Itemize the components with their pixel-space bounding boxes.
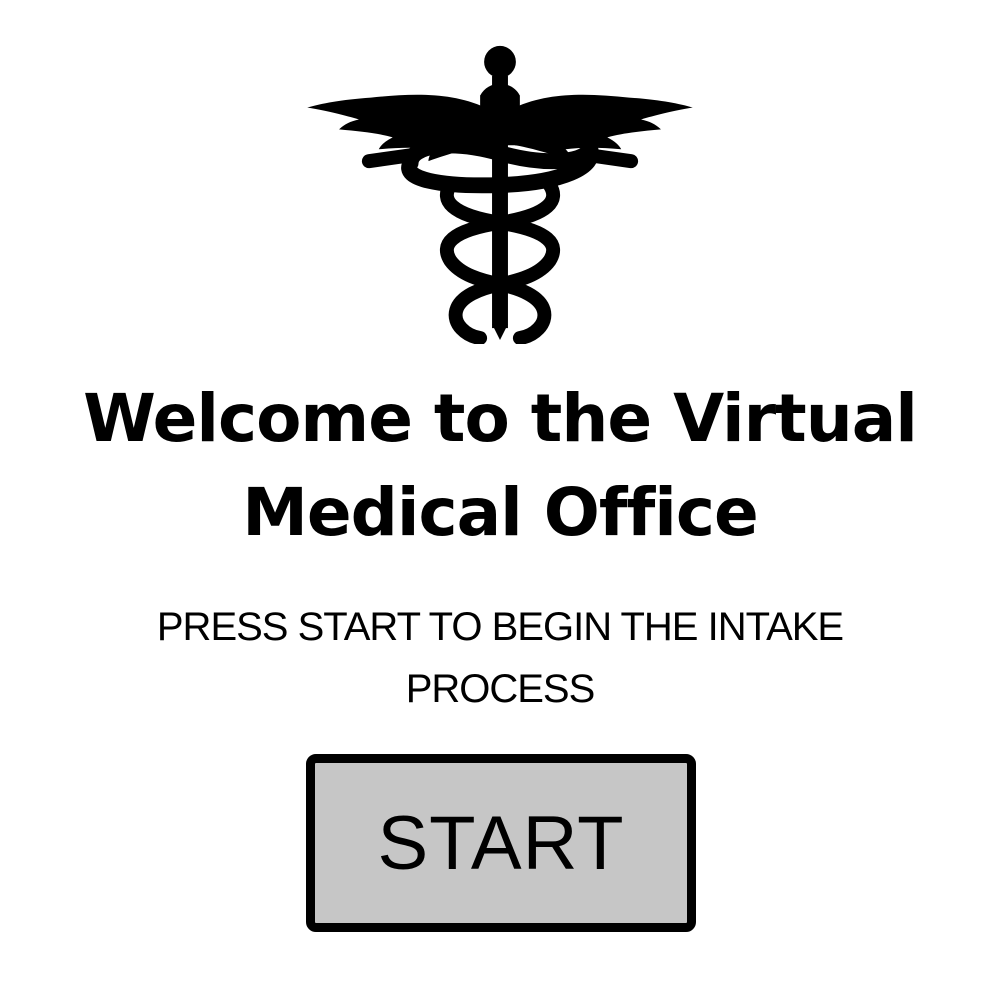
welcome-title: Welcome to the Virtual Medical Office bbox=[83, 380, 918, 551]
welcome-screen: Welcome to the Virtual Medical Office PR… bbox=[0, 0, 1000, 1000]
start-button-label: START bbox=[377, 800, 625, 886]
intake-instruction: PRESS START TO BEGIN THE INTAKE PROCESS bbox=[156, 605, 844, 711]
caduceus-icon bbox=[300, 36, 700, 344]
start-button[interactable]: START bbox=[306, 754, 696, 932]
